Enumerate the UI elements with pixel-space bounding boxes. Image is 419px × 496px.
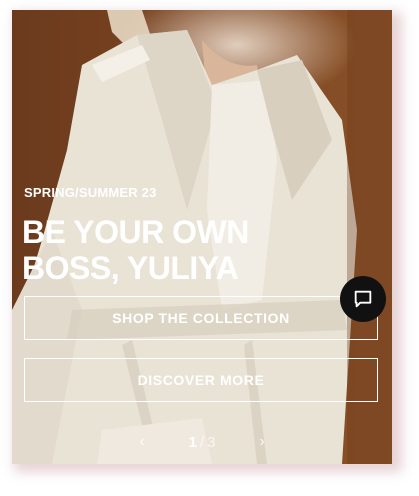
- chevron-right-icon[interactable]: ›: [215, 433, 308, 451]
- hero-banner[interactable]: SPRING/SUMMER 23 BE YOUR OWN BOSS, YULIY…: [12, 10, 392, 464]
- hero-headline: BE YOUR OWN BOSS, YULIYA: [22, 214, 352, 286]
- chat-button[interactable]: [340, 276, 386, 322]
- season-label: SPRING/SUMMER 23: [24, 185, 157, 200]
- total-slides: 3: [207, 433, 216, 451]
- headline-line-1: BE YOUR OWN: [22, 214, 249, 250]
- discover-more-button[interactable]: DISCOVER MORE: [24, 358, 378, 402]
- carousel-pagination: ‹ 1 / 3 ›: [12, 430, 392, 454]
- headline-line-2: BOSS, YULIYA: [22, 250, 239, 286]
- shop-collection-button[interactable]: SHOP THE COLLECTION: [24, 296, 378, 340]
- chat-bubble-icon: [354, 290, 372, 308]
- current-slide: 1: [188, 433, 197, 451]
- slide-separator: /: [199, 433, 205, 451]
- chevron-left-icon[interactable]: ‹: [95, 433, 188, 451]
